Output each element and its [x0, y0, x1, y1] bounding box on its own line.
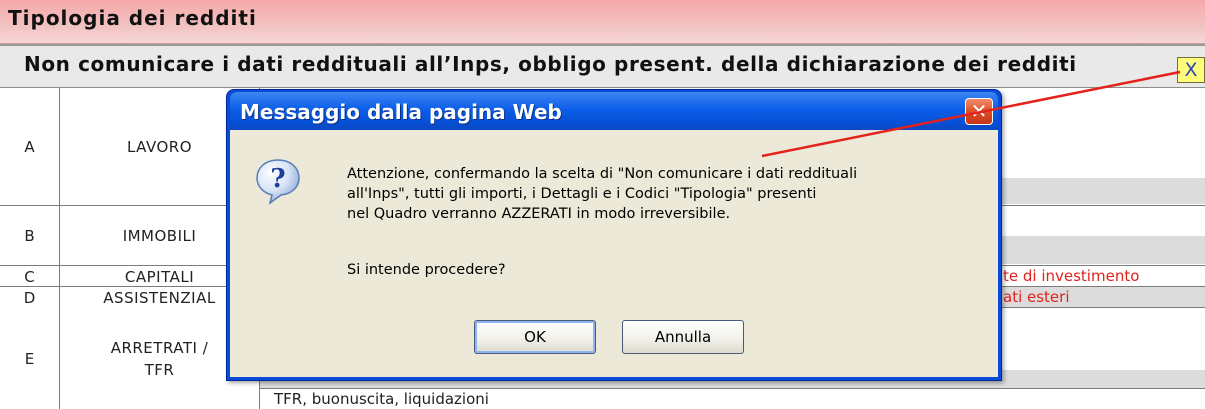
close-button[interactable]: ✕ — [965, 98, 993, 125]
row-category-line2: TFR — [144, 360, 175, 379]
message-line: Attenzione, confermando la scelta di "No… — [347, 166, 858, 182]
row-divider — [260, 388, 1205, 389]
message-line: all'Inps", tutti gli importi, i Dettagli… — [347, 186, 817, 202]
cancel-button[interactable]: Annulla — [622, 320, 744, 354]
ok-button[interactable]: OK — [474, 320, 596, 354]
dialog-title: Messaggio dalla pagina Web — [240, 100, 562, 124]
svg-text:?: ? — [270, 164, 285, 194]
row-detail: te di investimento — [1003, 267, 1140, 285]
shaded-field[interactable] — [1000, 178, 1205, 204]
row-detail: TFR, buonuscita, liquidazioni — [274, 390, 489, 408]
row-detail: ati esteri — [1003, 288, 1070, 306]
row-letter: A — [0, 88, 60, 206]
row-letter: E — [0, 308, 60, 409]
close-icon: ✕ — [970, 99, 988, 123]
no-communication-label: Non comunicare i dati reddituali all’Inp… — [24, 52, 1077, 76]
row-category-line1: ARRETRATI / — [110, 338, 209, 357]
row-letter: D — [0, 287, 60, 308]
section-title: Tipologia dei redditi — [8, 6, 257, 30]
no-communication-checkbox[interactable]: X — [1177, 57, 1205, 83]
row-letter: C — [0, 266, 60, 287]
shaded-field[interactable] — [1000, 236, 1205, 264]
dialog-question: Si intende procedere? — [347, 262, 506, 278]
question-icon: ? — [256, 159, 300, 205]
row-letter: B — [0, 206, 60, 266]
message-line: nel Quadro verranno AZZERATI in modo irr… — [347, 206, 731, 222]
dialog-message: Attenzione, confermando la scelta di "No… — [347, 164, 987, 224]
